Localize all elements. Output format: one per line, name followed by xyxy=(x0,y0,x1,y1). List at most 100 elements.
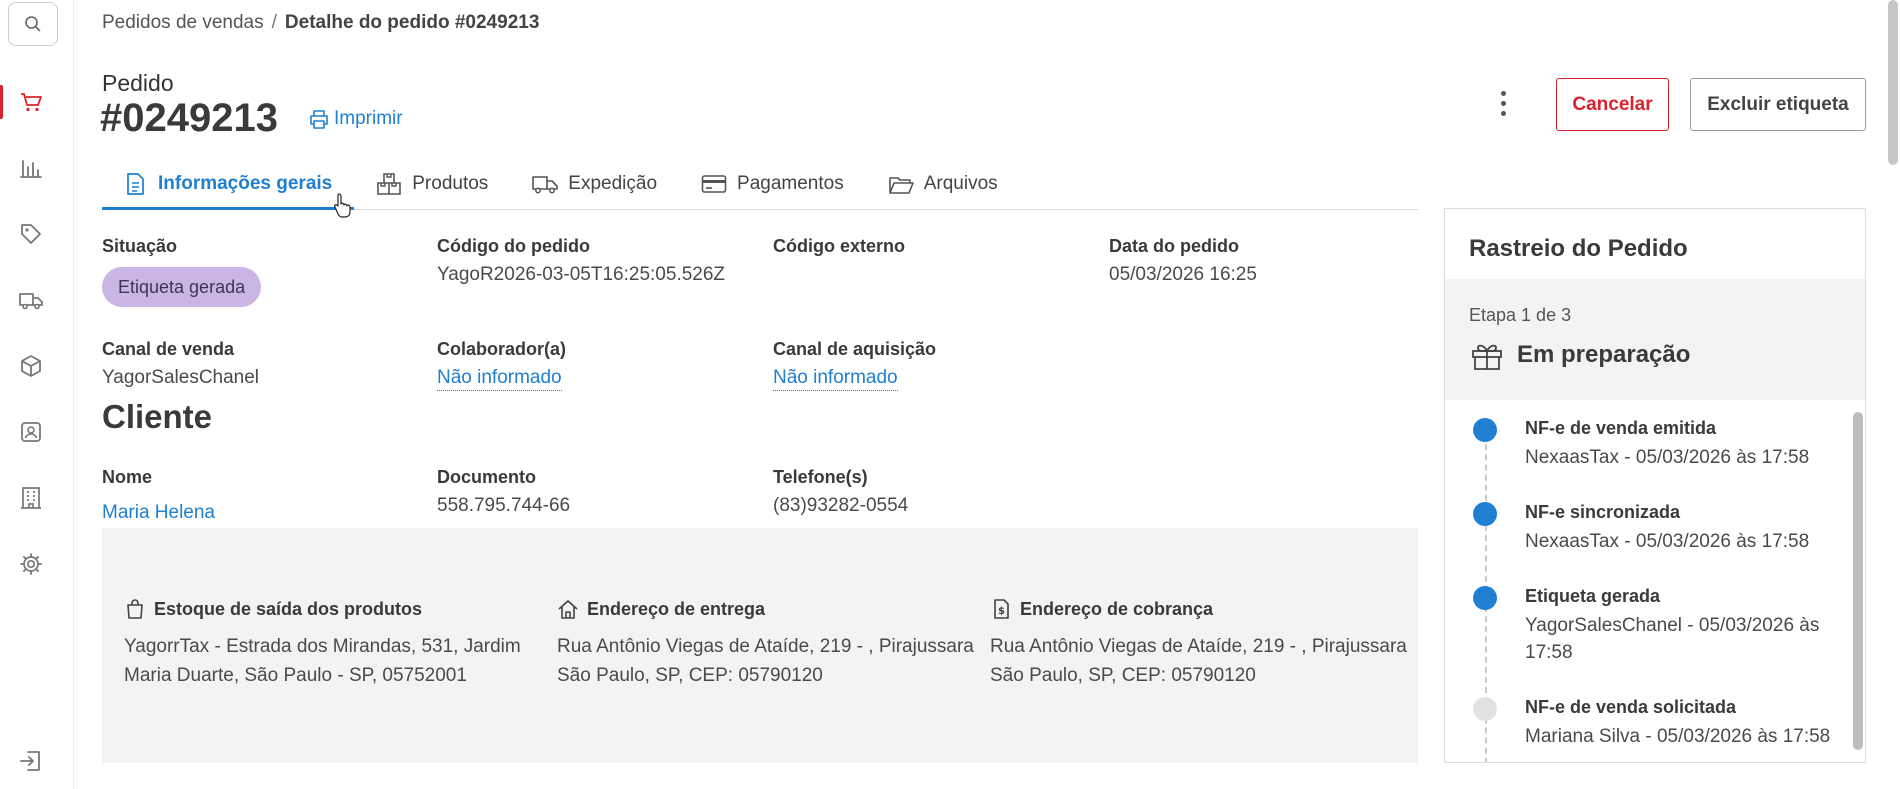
print-link[interactable]: Imprimir xyxy=(308,108,403,130)
customer-section-title: Cliente xyxy=(102,398,213,435)
sidebar-item-company[interactable] xyxy=(0,473,62,523)
tab-general-info[interactable]: Informações gerais xyxy=(102,160,355,210)
document-icon xyxy=(127,173,144,195)
hand-cursor-icon xyxy=(334,193,351,218)
folder-icon xyxy=(888,177,914,194)
phone-label: Telefone(s) xyxy=(773,467,868,487)
event-subtitle: NexaasTax - 05/03/2026 às 17:58 xyxy=(1525,447,1810,468)
sidebar-search-button[interactable] xyxy=(8,2,58,46)
collaborator-label: Colaborador(a) xyxy=(437,339,567,359)
breadcrumb-current: Detalhe do pedido #0249213 xyxy=(284,12,540,33)
tab-payments[interactable]: Pagamentos xyxy=(679,160,866,208)
tab-products[interactable]: Produtos xyxy=(354,160,510,208)
stage-count: Etapa 1 de 3 xyxy=(1469,305,1572,325)
sidebar-item-products[interactable] xyxy=(0,341,62,391)
print-label: Imprimir xyxy=(334,108,403,129)
sidebar-item-sales[interactable] xyxy=(0,77,62,127)
event-title: NF-e sincronizada xyxy=(1525,502,1681,522)
customer-name-link[interactable]: Maria Helena xyxy=(102,502,215,524)
event-subtitle: YagorSalesChanel - 05/03/2026 às 17:58 xyxy=(1525,615,1820,663)
cart-icon xyxy=(21,93,42,112)
cancel-button[interactable]: Cancelar xyxy=(1556,78,1669,131)
stage-name-text: Em preparação xyxy=(1517,341,1691,368)
page-scrollbar-thumb[interactable] xyxy=(1888,0,1898,165)
tracking-stage: Etapa 1 de 3 Em preparação xyxy=(1445,279,1865,400)
delivery-address-title: Endereço de entrega xyxy=(587,598,766,619)
sidebar xyxy=(0,0,74,789)
tab-label: Expedição xyxy=(568,173,658,194)
collaborator-link[interactable]: Não informado xyxy=(437,367,562,391)
document-label: Documento xyxy=(437,467,536,487)
delivery-address: Endereço de entrega Rua Antônio Viegas d… xyxy=(557,598,977,690)
sales-channel-label: Canal de venda xyxy=(102,339,235,359)
order-tracking-panel: Rastreio do Pedido Etapa 1 de 3 Em prepa… xyxy=(1444,208,1866,763)
order-code-label: Código do pedido xyxy=(437,236,590,256)
breadcrumb: Pedidos de vendas / Detalhe do pedido #024… xyxy=(102,12,539,34)
boxes-icon xyxy=(377,173,402,195)
truck-icon xyxy=(19,293,43,310)
shopping-bag-icon xyxy=(127,599,143,619)
tab-label: Pagamentos xyxy=(737,173,844,194)
logout-icon xyxy=(20,751,40,771)
document-value: 558.795.744-66 xyxy=(437,495,571,516)
breadcrumb-parent-link[interactable]: Pedidos de vendas xyxy=(102,12,264,33)
delivery-address-heading: Endereço de entrega xyxy=(557,598,977,620)
billing-address-heading: $ Endereço de cobrança xyxy=(990,598,1410,620)
search-icon xyxy=(25,16,41,32)
delivery-address-text: Rua Antônio Viegas de Ataíde, 219 - , Pi… xyxy=(557,636,974,686)
breadcrumb-separator: / xyxy=(271,12,277,33)
billing-address-text: Rua Antônio Viegas de Ataíde, 219 - , Pi… xyxy=(990,636,1407,686)
sidebar-item-shipping[interactable] xyxy=(0,275,62,325)
stock-address-text: YagorrTax - Estrada dos Mirandas, 531, J… xyxy=(124,636,521,686)
order-number: #0249213 xyxy=(100,96,278,140)
billing-address-title: Endereço de cobrança xyxy=(1020,598,1214,619)
status-badge: Etiqueta gerada xyxy=(102,267,262,307)
sidebar-item-customers[interactable] xyxy=(0,407,62,457)
kebab-dot xyxy=(1500,100,1506,106)
event-subtitle: Mariana Silva - 05/03/2026 às 17:58 xyxy=(1525,726,1831,747)
event-subtitle: NexaasTax - 05/03/2026 às 17:58 xyxy=(1525,531,1810,552)
printer-icon xyxy=(310,110,328,129)
tab-label: Arquivos xyxy=(923,173,998,194)
phone-value: (83)93282-0554 xyxy=(773,495,909,516)
tag-icon xyxy=(21,224,41,244)
sales-channel-value: YagorSalesChanel xyxy=(102,367,260,388)
sidebar-item-logout[interactable] xyxy=(0,736,62,786)
tab-files[interactable]: Arquivos xyxy=(866,160,1020,208)
order-code-value: YagoR2026-03-05T16:25:05.526Z xyxy=(437,264,726,285)
stock-address-heading: Estoque de saída dos produtos xyxy=(124,598,544,620)
invoice-icon: $ xyxy=(994,599,1009,619)
delete-label-button[interactable]: Excluir etiqueta xyxy=(1690,78,1866,131)
more-options-button[interactable] xyxy=(1488,86,1518,120)
kebab-dot xyxy=(1500,110,1506,116)
sidebar-item-settings[interactable] xyxy=(0,539,62,589)
bar-chart-icon xyxy=(20,160,42,178)
sidebar-item-tags[interactable] xyxy=(0,209,62,259)
truck-icon xyxy=(532,176,559,194)
building-icon xyxy=(21,487,41,509)
acquisition-channel-label: Canal de aquisição xyxy=(773,339,937,359)
customer-name-label: Nome xyxy=(102,467,153,487)
tab-shipping[interactable]: Expedição xyxy=(510,160,679,208)
gift-icon xyxy=(1472,344,1502,370)
address-panel: Estoque de saída dos produtos YagorrTax … xyxy=(102,528,1418,763)
acquisition-channel-link[interactable]: Não informado xyxy=(773,367,898,391)
external-code-label: Código externo xyxy=(773,236,906,256)
status-label: Situação xyxy=(102,236,178,256)
tracking-scrollbar-thumb[interactable] xyxy=(1853,412,1863,750)
tab-label: Produtos xyxy=(412,173,489,194)
tab-bar: Informações gerais Produtos Expedição Pa… xyxy=(102,160,1418,210)
stage-name: Em preparação xyxy=(1469,339,1690,371)
card-icon xyxy=(701,175,727,193)
event-title: NF-e de venda solicitada xyxy=(1525,697,1737,717)
stock-address: Estoque de saída dos produtos YagorrTax … xyxy=(124,598,544,690)
home-icon xyxy=(558,600,578,619)
user-badge-icon xyxy=(21,422,41,442)
order-date-value: 05/03/2026 16:25 xyxy=(1109,264,1257,285)
sidebar-item-reports[interactable] xyxy=(0,143,62,193)
billing-address: $ Endereço de cobrança Rua Antônio Viega… xyxy=(990,598,1410,690)
event-done-dot xyxy=(1473,502,1497,526)
event-done-dot xyxy=(1473,586,1497,610)
event-done-dot xyxy=(1473,418,1497,442)
gear-icon xyxy=(20,553,42,575)
